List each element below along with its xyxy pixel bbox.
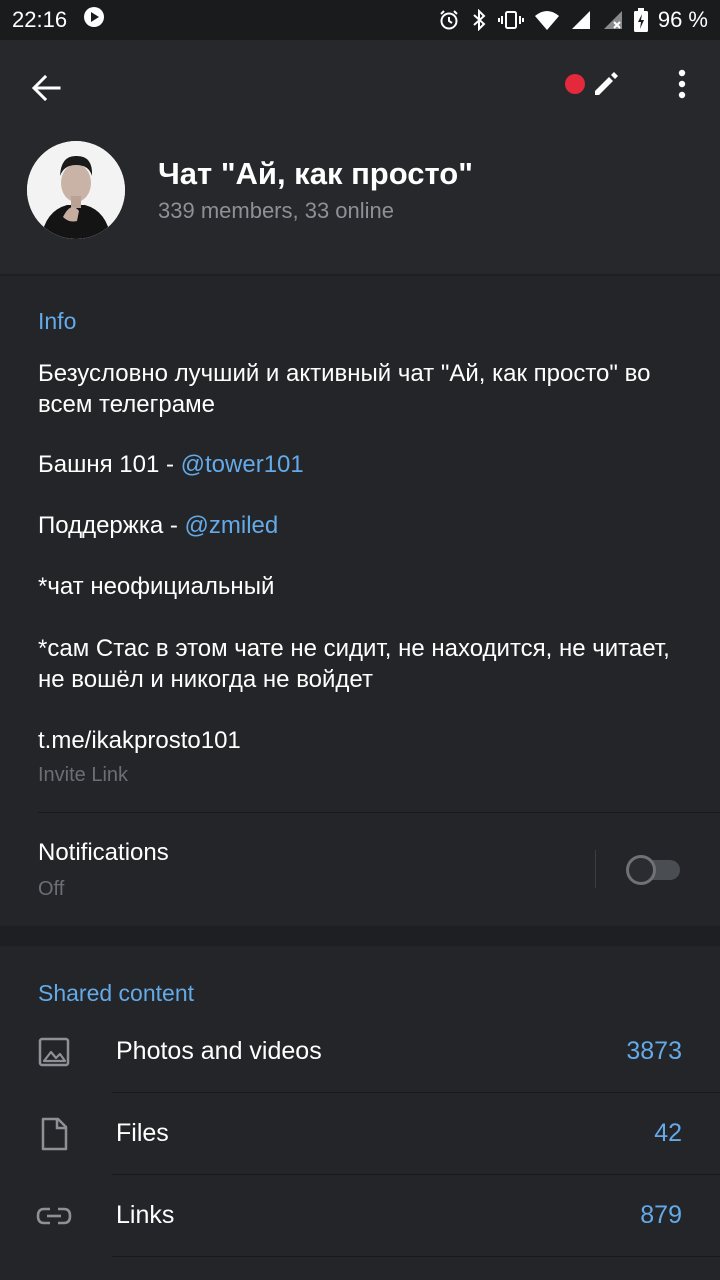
person-photo-icon bbox=[27, 141, 125, 239]
invite-link-label: Invite Link bbox=[38, 764, 129, 786]
pencil-icon bbox=[595, 72, 618, 95]
shared-row-links[interactable]: Links 879 bbox=[0, 1175, 720, 1257]
more-vertical-icon bbox=[678, 69, 686, 99]
shared-content-title: Shared content bbox=[38, 980, 195, 1006]
notifications-state: Off bbox=[38, 878, 65, 900]
shared-row-count: 879 bbox=[640, 1201, 682, 1229]
info-section: Info Безусловно лучший и активный чат "А… bbox=[0, 276, 720, 926]
status-time: 22:16 bbox=[12, 7, 68, 32]
back-arrow-icon bbox=[31, 75, 61, 101]
shared-row-label: Photos and videos bbox=[116, 1037, 322, 1065]
shared-row-label: Links bbox=[116, 1201, 175, 1229]
shared-row-photos[interactable]: Photos and videos 3873 bbox=[0, 1011, 720, 1093]
profile-header: Чат "Ай, как просто" 339 members, 33 onl… bbox=[0, 40, 720, 274]
notifications-toggle[interactable] bbox=[626, 855, 680, 885]
tower-link[interactable]: @tower101 bbox=[181, 451, 304, 478]
shared-row-files[interactable]: Files 42 bbox=[0, 1093, 720, 1175]
vertical-separator bbox=[595, 850, 596, 888]
back-button[interactable] bbox=[26, 68, 66, 108]
play-icon bbox=[83, 6, 105, 34]
info-section-title: Info bbox=[38, 308, 77, 334]
signal-icon bbox=[570, 9, 592, 31]
status-bar: 22:16 96 % bbox=[0, 0, 720, 40]
tower-line: Башня 101 - @tower101 bbox=[38, 449, 698, 480]
battery-icon bbox=[633, 8, 648, 32]
support-prefix: Поддержка - bbox=[38, 512, 185, 539]
notifications-title: Notifications bbox=[38, 839, 169, 866]
battery-level: 96 % bbox=[657, 7, 708, 32]
edit-button[interactable] bbox=[588, 66, 624, 102]
recording-dot-icon bbox=[565, 74, 585, 94]
tower-prefix: Башня 101 - bbox=[38, 451, 181, 478]
shared-content-section: Shared content Photos and videos 3873 Fi… bbox=[0, 946, 720, 1280]
link-icon bbox=[34, 1196, 74, 1236]
chat-title: Чат "Ай, как просто" bbox=[158, 156, 473, 191]
signal-no-data-icon bbox=[602, 9, 624, 31]
divider bbox=[38, 812, 720, 813]
shared-row-count: 3873 bbox=[626, 1037, 682, 1065]
support-line: Поддержка - @zmiled bbox=[38, 510, 698, 541]
chat-avatar[interactable] bbox=[27, 141, 125, 239]
invite-link[interactable]: t.me/ikakprosto101 bbox=[38, 725, 698, 756]
member-count: 339 members, 33 online bbox=[158, 198, 395, 223]
vibrate-icon bbox=[497, 9, 524, 31]
shared-row-label: Files bbox=[116, 1119, 169, 1147]
bluetooth-icon bbox=[470, 9, 488, 31]
shared-row-count: 42 bbox=[654, 1119, 682, 1147]
file-icon bbox=[34, 1114, 74, 1154]
alarm-icon bbox=[438, 9, 460, 31]
wifi-icon bbox=[534, 9, 560, 31]
support-link[interactable]: @zmiled bbox=[185, 512, 279, 539]
note-stas: *сам Стас в этом чате не сидит, не наход… bbox=[38, 635, 670, 693]
more-options-button[interactable] bbox=[664, 66, 700, 102]
image-icon bbox=[34, 1032, 74, 1072]
note-unofficial: *чат неофициальный bbox=[38, 573, 275, 600]
chat-description: Безусловно лучший и активный чат "Ай, ка… bbox=[38, 360, 651, 418]
